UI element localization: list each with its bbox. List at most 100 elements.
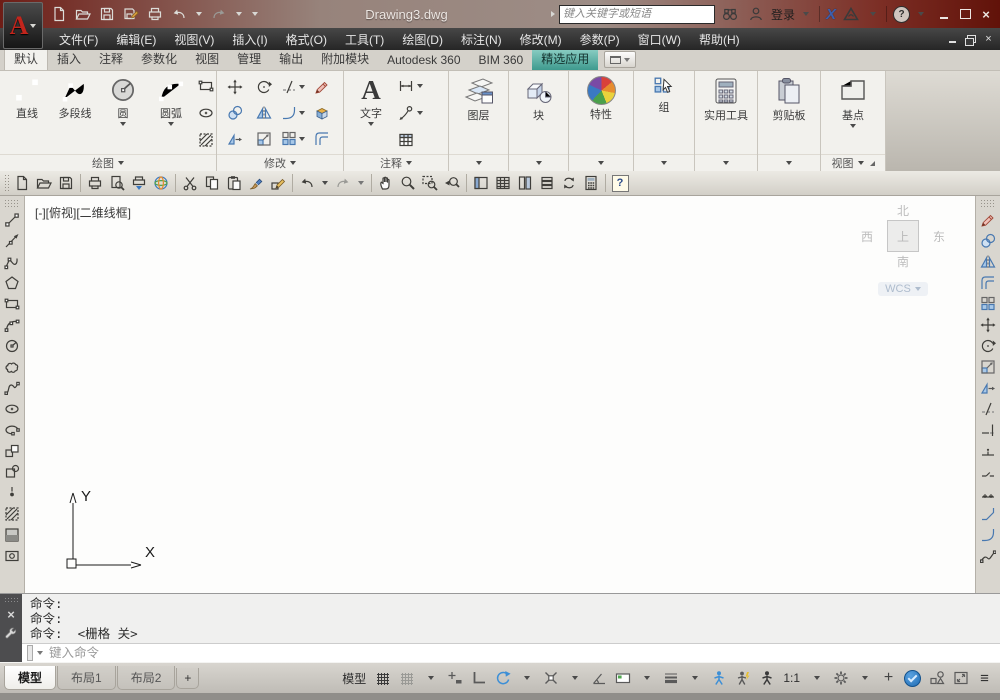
toolbar-grip[interactable] (4, 199, 20, 207)
layers-panel-title[interactable] (449, 154, 508, 171)
stretch-button[interactable] (227, 131, 243, 147)
sign-in-label[interactable]: 登录 (771, 6, 795, 23)
tray-settings-button[interactable]: + (877, 668, 900, 688)
layer-properties-button[interactable]: 图层 (455, 73, 503, 123)
ortho-toggle[interactable] (467, 668, 490, 688)
sign-in-button[interactable] (745, 3, 767, 25)
mirror-button[interactable] (256, 105, 272, 121)
object-properties-button[interactable]: 特性 (577, 73, 625, 122)
array-button[interactable] (281, 131, 305, 147)
isolate-objects-button[interactable] (925, 668, 948, 688)
menu-tools[interactable]: 工具(T) (336, 28, 393, 50)
search-button[interactable] (719, 3, 741, 25)
fillet-button[interactable] (281, 105, 305, 121)
qat-new-button[interactable] (48, 3, 70, 25)
help-button[interactable]: ? (893, 5, 910, 23)
vt-break-button[interactable] (976, 461, 1000, 482)
tb-paste-button[interactable] (223, 172, 245, 194)
close-button[interactable]: × (976, 5, 996, 23)
drawing-canvas[interactable]: [-][俯视][二维线框] 北 西 上 东 南 WCS Y X (24, 196, 976, 593)
object-snap-dropdown[interactable] (563, 668, 586, 688)
vt-hatch-button[interactable] (0, 503, 24, 524)
doc-restore-button[interactable] (962, 32, 979, 47)
tb-3ddwf-button[interactable] (150, 172, 172, 194)
clipboard-panel-title[interactable] (758, 154, 820, 171)
communication-center-button[interactable] (840, 3, 862, 25)
leader-button[interactable] (396, 102, 425, 124)
vt-move-button[interactable] (976, 314, 1000, 335)
tb-undo-dropdown[interactable] (318, 172, 332, 194)
menu-help[interactable]: 帮助(H) (690, 28, 749, 50)
vt-extend-button[interactable] (976, 419, 1000, 440)
vt-circle-button[interactable] (0, 335, 24, 356)
ribbon-tab-manage[interactable]: 管理 (228, 48, 270, 70)
vt-blend-curves-button[interactable] (976, 545, 1000, 566)
line-button[interactable]: 直线 (3, 73, 51, 121)
arc-button[interactable]: 圆弧 (147, 73, 195, 126)
tb-plot-button[interactable] (84, 172, 106, 194)
tb-zoom-realtime-button[interactable] (397, 172, 419, 194)
tb-zoom-previous-button[interactable] (441, 172, 463, 194)
infocenter-collapse-arrow-icon[interactable] (550, 11, 555, 17)
vt-construction-line-button[interactable] (0, 230, 24, 251)
tb-undo-button[interactable] (296, 172, 318, 194)
tb-sheet-set-manager-button[interactable] (536, 172, 558, 194)
vt-make-block-button[interactable] (0, 461, 24, 482)
transparency-dropdown[interactable] (683, 668, 706, 688)
ribbon-tab-view[interactable]: 视图 (186, 48, 228, 70)
tb-redo-button[interactable] (332, 172, 354, 194)
workspace-dropdown[interactable] (853, 668, 876, 688)
exchange-apps-icon[interactable]: X (826, 6, 836, 23)
vt-stretch-button[interactable] (976, 377, 1000, 398)
vt-region-button[interactable] (0, 545, 24, 566)
polar-tracking-toggle[interactable] (491, 668, 514, 688)
qat-customize-dropdown[interactable] (248, 3, 262, 25)
circle-button[interactable]: 圆 (99, 73, 147, 126)
minimize-button[interactable] (934, 5, 954, 23)
tb-copy-clip-button[interactable] (201, 172, 223, 194)
tb-help-button[interactable]: ? (609, 172, 631, 194)
doc-minimize-button[interactable] (944, 32, 961, 47)
vt-insert-block-button[interactable] (0, 440, 24, 461)
quick-calculator-button[interactable]: 实用工具 (700, 73, 752, 123)
tb-cut-button[interactable] (179, 172, 201, 194)
tb-new-button[interactable] (11, 172, 33, 194)
menu-parametric[interactable]: 参数(P) (571, 28, 629, 50)
menu-view[interactable]: 视图(V) (165, 28, 223, 50)
vt-gradient-button[interactable] (0, 524, 24, 545)
vt-point-button[interactable] (0, 482, 24, 503)
palette-properties-wrench-icon[interactable] (4, 627, 18, 641)
layout1-tab[interactable]: 布局1 (57, 666, 116, 690)
doc-close-button[interactable]: × (980, 32, 997, 47)
ribbon-tab-featured-apps[interactable]: 精选应用 (532, 48, 599, 70)
communication-dropdown[interactable] (866, 3, 880, 25)
viewcube-east-face[interactable]: 东 (933, 228, 945, 245)
palette-close-button[interactable]: × (7, 607, 15, 623)
menu-edit[interactable]: 编辑(E) (107, 28, 165, 50)
tb-properties-button[interactable] (470, 172, 492, 194)
vt-line-button[interactable] (0, 209, 24, 230)
vt-ellipse-button[interactable] (0, 398, 24, 419)
table-button[interactable] (396, 129, 425, 151)
vt-rotate-button[interactable] (976, 335, 1000, 356)
maximize-button[interactable] (955, 5, 975, 23)
viewcube-west-face[interactable]: 西 (861, 228, 873, 245)
dialog-launcher-icon[interactable] (869, 160, 875, 166)
text-button[interactable]: A 文字 (347, 73, 395, 126)
qat-undo-dropdown[interactable] (192, 3, 206, 25)
dynamic-input-toggle[interactable] (611, 668, 634, 688)
vt-trim-button[interactable] (976, 398, 1000, 419)
ribbon-tab-parametric[interactable]: 参数化 (132, 48, 186, 70)
ribbon-tab-bim360[interactable]: BIM 360 (470, 51, 533, 70)
ribbon-tab-home[interactable]: 默认 (4, 47, 49, 70)
viewcube-north-face[interactable]: 北 (855, 202, 951, 219)
scale-button[interactable] (256, 131, 272, 147)
ribbon-tab-addins[interactable]: 附加模块 (312, 48, 378, 70)
insert-block-button[interactable]: 块 (515, 73, 563, 123)
vt-offset-button[interactable] (976, 272, 1000, 293)
qat-open-button[interactable] (72, 3, 94, 25)
annotation-scale-button[interactable] (755, 668, 778, 688)
workspace-switching-button[interactable] (829, 668, 852, 688)
qat-plot-button[interactable] (144, 3, 166, 25)
hardware-acceleration-button[interactable] (901, 668, 924, 688)
